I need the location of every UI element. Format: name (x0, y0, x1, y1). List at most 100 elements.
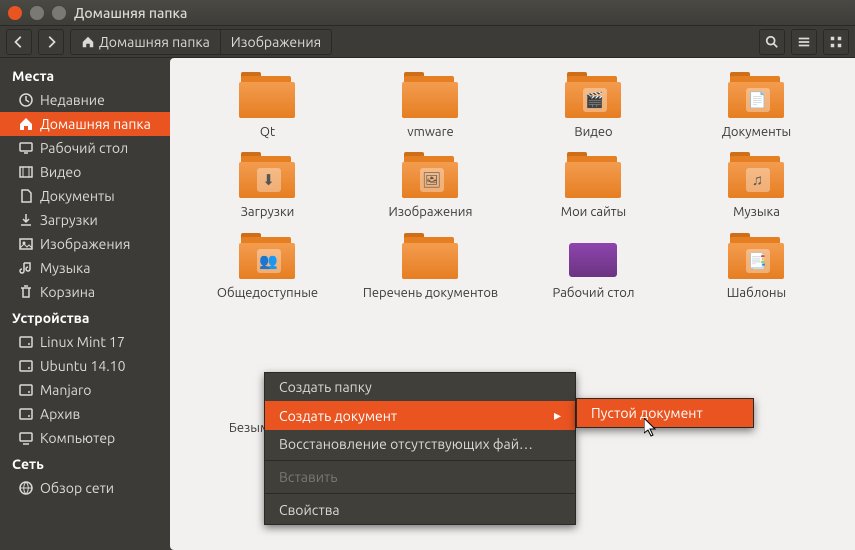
desktop-icon (18, 140, 34, 156)
sidebar-item[interactable]: Видео (0, 160, 178, 184)
folder-icon: 🖼 (400, 150, 462, 200)
item-label: Изображения (389, 204, 473, 220)
sidebar-section-header: Места (0, 62, 178, 88)
grid-icon (829, 35, 843, 49)
sidebar-item[interactable]: Загрузки (0, 208, 178, 232)
menu-create-document[interactable]: Создать документ ▸ (265, 401, 575, 430)
forward-button[interactable] (38, 29, 64, 55)
toolbar: Домашняя папка Изображения (0, 26, 855, 58)
sidebar-item-label: Корзина (40, 284, 95, 300)
item-label: Документы (722, 124, 791, 140)
folder-item[interactable]: ⬇Загрузки (190, 150, 345, 220)
music-icon (18, 260, 34, 276)
item-label: Мои сайты (561, 204, 626, 220)
folder-item[interactable]: Мои сайты (516, 150, 671, 220)
sidebar-item-label: Музыка (40, 260, 90, 276)
cursor-icon (644, 418, 658, 438)
sidebar: МестаНедавниеДомашняя папка Рабочий стол В… (0, 58, 178, 550)
folder-item[interactable]: Qt (190, 70, 345, 140)
item-label: vmware (407, 124, 453, 140)
item-label: Qt (260, 124, 275, 140)
titlebar: Домашняя папка (0, 0, 855, 26)
folder-item[interactable]: 👥 Общедоступные (190, 231, 345, 301)
sidebar-item-label: Ubuntu 14.10 (40, 358, 125, 374)
sidebar-item-label: Компьютер (40, 430, 115, 446)
menu-empty-document[interactable]: Пустой документ (577, 399, 753, 427)
view-list-button[interactable] (791, 29, 817, 55)
clock-icon (18, 92, 34, 108)
sidebar-item[interactable]: Рабочий стол (0, 136, 178, 160)
item-label: Общедоступные (217, 285, 318, 301)
sidebar-item-label: Загрузки (40, 212, 98, 228)
sidebar-item-label: Архив (40, 406, 80, 422)
folder-item[interactable]: Перечень документов (353, 231, 508, 301)
menu-create-folder[interactable]: Создать папку (265, 373, 575, 401)
item-label: Рабочий стол (553, 285, 635, 301)
folder-item[interactable]: 🎬Видео (516, 70, 671, 140)
sidebar-item[interactable]: Архив (0, 402, 178, 426)
close-icon[interactable] (8, 6, 22, 20)
sidebar-item-label: Изображения (40, 236, 130, 252)
chevron-left-icon (12, 35, 26, 49)
computer-icon (18, 430, 34, 446)
list-icon (797, 35, 811, 49)
menu-restore-missing[interactable]: Восстановление отсутствующих фай… (265, 430, 575, 458)
folder-icon: 👥 (237, 231, 299, 281)
sidebar-item-label: Видео (40, 164, 81, 180)
folder-item[interactable]: 🖼 Изображения (353, 150, 508, 220)
sidebar-item[interactable]: Manjaro (0, 378, 178, 402)
folder-icon: ♫ (726, 150, 788, 200)
sidebar-item-label: Документы (40, 188, 115, 204)
sidebar-item[interactable]: Linux Mint 17 (0, 330, 178, 354)
search-button[interactable] (759, 29, 785, 55)
search-icon (765, 35, 779, 49)
view-grid-button[interactable] (823, 29, 849, 55)
sidebar-item[interactable]: Ubuntu 14.10 (0, 354, 178, 378)
sidebar-item[interactable]: Домашняя папка (0, 112, 178, 136)
sidebar-item-label: Linux Mint 17 (40, 334, 125, 350)
sidebar-section-header: Сеть (0, 450, 178, 476)
home-icon (18, 116, 34, 132)
menu-separator (265, 493, 575, 494)
video-icon (18, 164, 34, 180)
folder-icon: 🎬 (563, 70, 625, 120)
sidebar-item-label: Рабочий стол (40, 140, 128, 156)
sidebar-item[interactable]: Музыка (0, 256, 178, 280)
folder-icon: ⬇ (237, 150, 299, 200)
file-grid: Qt vmware 🎬Видео 📄 Документы ⬇Загрузки 🖼 Изобра… (178, 58, 855, 313)
content-pane[interactable]: Qt vmware 🎬Видео 📄 Документы ⬇Загрузки 🖼 Изобра… (178, 58, 855, 550)
folder-icon: 📑 (726, 231, 788, 281)
item-label: Шаблоны (727, 285, 786, 301)
pic-icon (18, 236, 34, 252)
folder-icon: 📄 (726, 70, 788, 120)
menu-paste: Вставить (265, 463, 575, 491)
sidebar-item[interactable]: Компьютер (0, 426, 178, 450)
item-label: Перечень документов (363, 285, 498, 301)
maximize-icon[interactable] (52, 6, 66, 20)
sidebar-item[interactable]: Обзор сети (0, 476, 178, 500)
sidebar-section-header: Устройства (0, 304, 178, 330)
home-icon (81, 35, 95, 49)
folder-item[interactable]: vmware (353, 70, 508, 140)
back-button[interactable] (6, 29, 32, 55)
doc-icon (18, 188, 34, 204)
breadcrumb-current[interactable]: Изображения (221, 29, 332, 55)
chevron-right-icon (44, 35, 58, 49)
sidebar-item[interactable]: Изображения (0, 232, 178, 256)
folder-item[interactable]: Рабочий стол (516, 231, 671, 301)
net-icon (18, 480, 34, 496)
menu-separator (265, 460, 575, 461)
sidebar-item[interactable]: Документы (0, 184, 178, 208)
folder-item[interactable]: 📄 Документы (679, 70, 834, 140)
breadcrumb-home[interactable]: Домашняя папка (70, 29, 221, 55)
breadcrumb-current-label: Изображения (231, 34, 321, 50)
sidebar-item[interactable]: Корзина (0, 280, 178, 304)
menu-properties[interactable]: Свойства (265, 496, 575, 524)
sidebar-item-label: Обзор сети (40, 480, 114, 496)
sidebar-item[interactable]: Недавние (0, 88, 178, 112)
submenu-arrow-icon: ▸ (530, 407, 561, 424)
minimize-icon[interactable] (30, 6, 44, 20)
folder-item[interactable]: ♫Музыка (679, 150, 834, 220)
folder-item[interactable]: 📑 Шаблоны (679, 231, 834, 301)
download-icon (18, 212, 34, 228)
